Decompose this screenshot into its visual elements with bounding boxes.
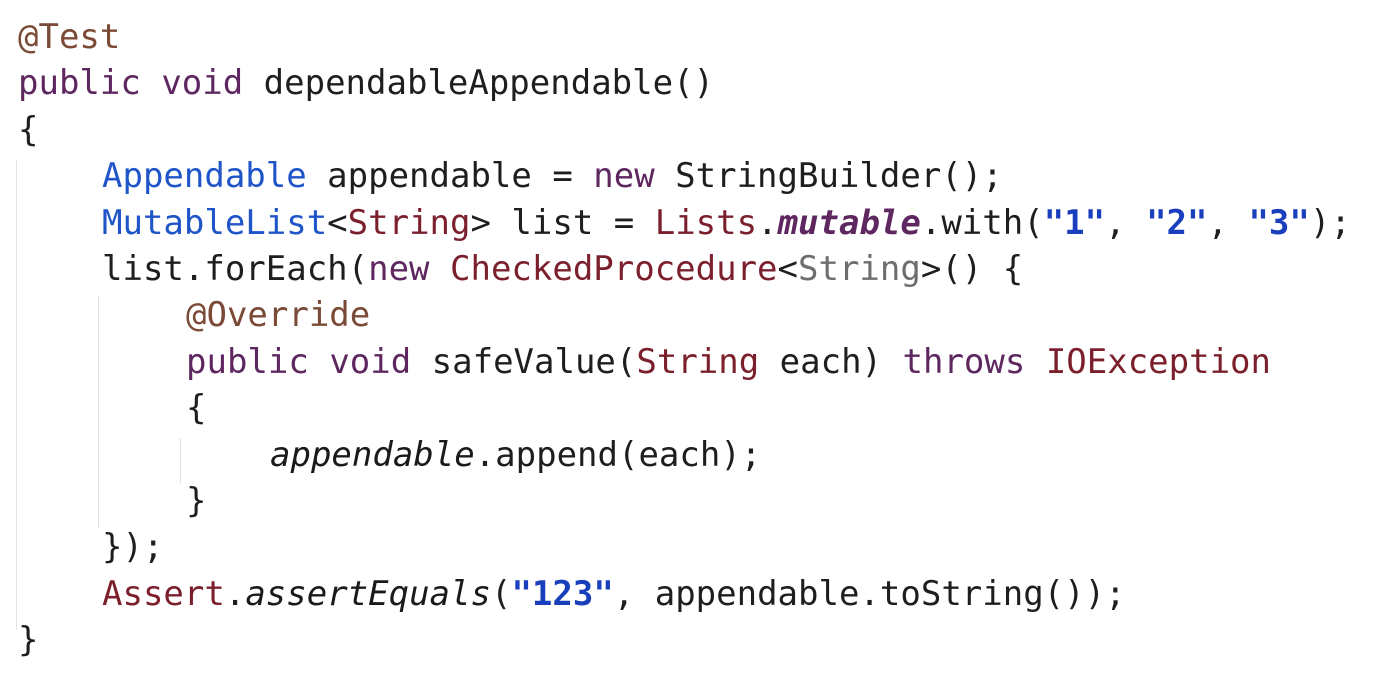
indent-guide-anonymous-class xyxy=(98,296,99,528)
code-token: Appendable xyxy=(102,156,307,197)
code-token: appendable xyxy=(270,434,475,475)
code-token: .append(each); xyxy=(474,434,762,475)
code-token: "123" xyxy=(511,573,614,614)
code-token: CheckedProcedure xyxy=(450,249,778,289)
code-token: String xyxy=(798,249,921,289)
code-token: < xyxy=(327,202,348,243)
code-token: , xyxy=(1207,202,1249,243)
code-line[interactable]: Appendable appendable = new StringBuilde… xyxy=(102,153,1003,199)
code-token: < xyxy=(777,249,799,289)
code-token: Lists xyxy=(654,202,758,243)
code-token: Assert xyxy=(102,573,225,614)
code-line[interactable]: @Override xyxy=(186,292,370,338)
code-token: @Test xyxy=(18,17,121,57)
code-token: > list = xyxy=(470,202,655,243)
code-token: String xyxy=(636,341,760,382)
code-line[interactable]: }); xyxy=(102,524,163,570)
code-token: void xyxy=(329,341,412,382)
code-token: . xyxy=(757,202,778,243)
code-token: public xyxy=(18,63,141,104)
code-line[interactable]: @Test xyxy=(18,14,120,60)
code-line[interactable]: appendable.append(each); xyxy=(270,432,761,478)
code-token: MutableList xyxy=(102,202,328,243)
code-token: , appendable.toString()); xyxy=(613,573,1126,614)
code-token: mutable xyxy=(777,202,921,243)
code-token: IOException xyxy=(1045,341,1271,382)
code-token: void xyxy=(161,63,244,104)
code-line[interactable]: Assert.assertEquals("123", appendable.to… xyxy=(102,571,1126,617)
code-editor[interactable]: @Test public void dependableAppendable(){… xyxy=(0,0,1400,685)
code-token: list.forEach( xyxy=(102,249,369,289)
code-token: appendable = xyxy=(306,156,594,197)
code-token: new xyxy=(368,249,430,289)
code-token: >() { xyxy=(920,249,1024,289)
indent-guide-inner-method xyxy=(180,438,181,484)
code-token: assertEquals xyxy=(245,573,491,614)
code-token: { xyxy=(18,109,39,150)
code-token: { xyxy=(186,388,207,429)
code-token: String xyxy=(347,202,471,243)
code-token: "3" xyxy=(1248,202,1310,243)
code-line[interactable]: MutableList<String> list = Lists.mutable… xyxy=(102,200,1351,246)
code-token: } xyxy=(18,620,39,661)
code-token: "2" xyxy=(1146,202,1208,243)
code-token: . xyxy=(224,573,246,614)
code-token: ); xyxy=(1309,202,1351,243)
code-token: }); xyxy=(102,527,164,568)
code-token: } xyxy=(186,481,207,521)
code-line[interactable]: } xyxy=(18,617,38,663)
code-token: safeValue( xyxy=(411,341,637,382)
code-token: throws xyxy=(902,341,1026,382)
code-token: new xyxy=(593,156,655,197)
code-token: .with( xyxy=(920,202,1044,243)
code-token: ( xyxy=(490,573,512,614)
code-line[interactable]: } xyxy=(186,478,206,524)
code-token: @Override xyxy=(186,295,371,336)
code-line[interactable]: list.forEach(new CheckedProcedure<String… xyxy=(102,246,1023,292)
indent-guide-method-body xyxy=(16,160,17,630)
code-token: , xyxy=(1105,202,1147,243)
code-token: each) xyxy=(759,341,903,382)
code-line[interactable]: public void dependableAppendable() xyxy=(18,60,714,106)
code-line[interactable]: { xyxy=(186,385,206,431)
code-token: dependableAppendable() xyxy=(243,63,715,104)
code-token: StringBuilder(); xyxy=(654,156,1003,197)
code-line[interactable]: public void safeValue(String each) throw… xyxy=(186,339,1271,385)
code-token: "1" xyxy=(1043,202,1106,243)
code-token: public xyxy=(186,341,309,382)
code-line[interactable]: { xyxy=(18,107,38,153)
